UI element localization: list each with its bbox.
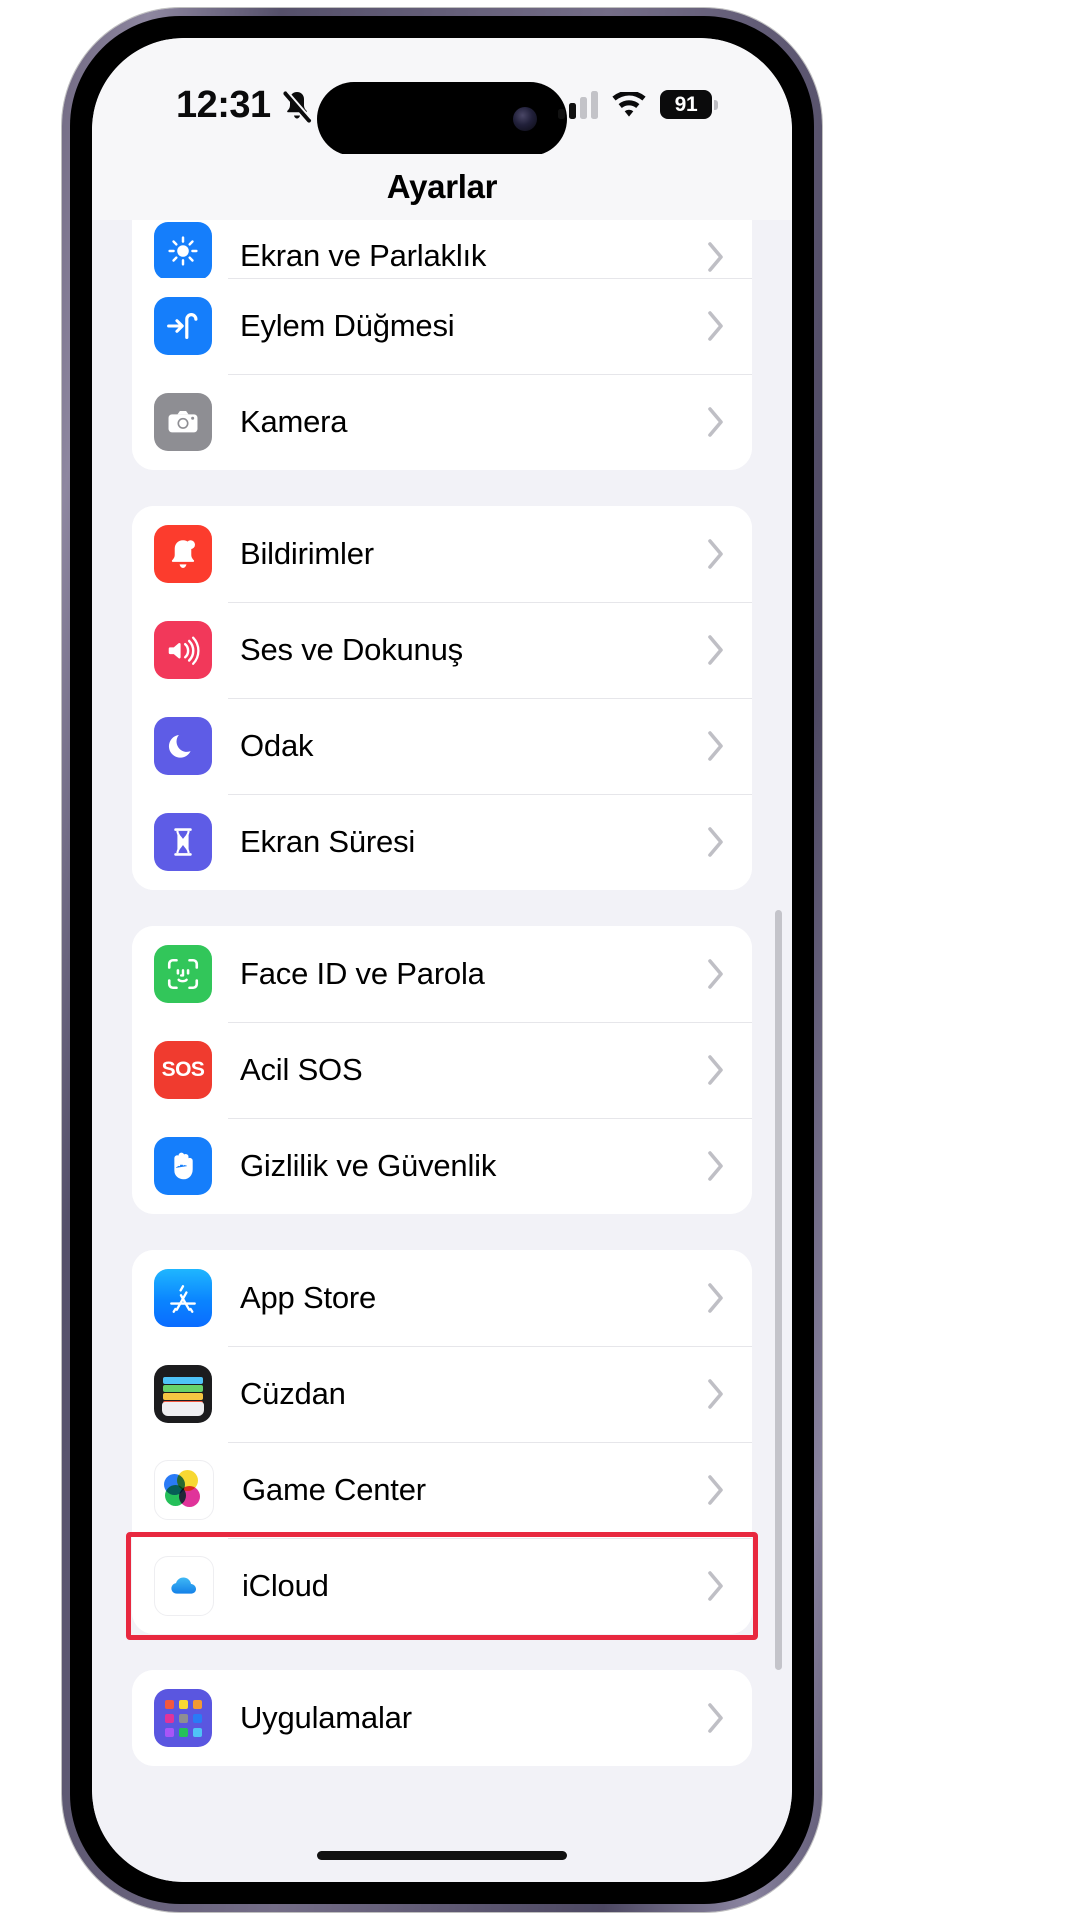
moon-icon xyxy=(154,717,212,775)
group-apps: Uygulamalar xyxy=(132,1670,752,1766)
chevron-right-icon xyxy=(706,309,726,343)
settings-row-icloud[interactable]: iCloud xyxy=(132,1538,752,1634)
front-camera-icon xyxy=(513,107,537,131)
settings-row-odak[interactable]: Odak xyxy=(132,698,752,794)
status-bar-right: 91 xyxy=(558,89,718,120)
phone-device-frame: 12:31 91 Ayarlar Ekran ve Parlaklık Eyle… xyxy=(62,8,822,1912)
settings-row-c-zdan[interactable]: Cüzdan xyxy=(132,1346,752,1442)
group-notifications: Bildirimler Ses ve Dokunuş Odak Ekran Süres… xyxy=(132,506,752,890)
settings-row-label: Ses ve Dokunuş xyxy=(240,632,463,667)
settings-row-label: Face ID ve Parola xyxy=(240,956,485,991)
phone-screen: 12:31 91 Ayarlar Ekran ve Parlaklık Eyle… xyxy=(92,38,792,1882)
app-store-icon xyxy=(154,1269,212,1327)
settings-row-app-store[interactable]: App Store xyxy=(132,1250,752,1346)
action-button-icon xyxy=(154,297,212,355)
chevron-right-icon xyxy=(706,537,726,571)
settings-row-uygulamalar[interactable]: Uygulamalar xyxy=(132,1670,752,1766)
game-center-icon xyxy=(154,1460,214,1520)
settings-row-ekran-s-resi[interactable]: Ekran Süresi xyxy=(132,794,752,890)
chevron-right-icon xyxy=(706,1053,726,1087)
screenshot-stage: 12:31 91 Ayarlar Ekran ve Parlaklık Eyle… xyxy=(0,0,1080,1920)
home-indicator[interactable] xyxy=(317,1851,567,1860)
chevron-right-icon xyxy=(706,1149,726,1183)
phone-bezel: 12:31 91 Ayarlar Ekran ve Parlaklık Eyle… xyxy=(70,16,814,1904)
brightness-icon xyxy=(154,222,212,280)
bell-icon xyxy=(154,525,212,583)
cellular-signal-icon xyxy=(558,91,598,119)
chevron-right-icon xyxy=(706,1281,726,1315)
chevron-right-icon xyxy=(706,1569,726,1603)
settings-row-label: iCloud xyxy=(242,1568,329,1603)
chevron-right-icon xyxy=(706,729,726,763)
settings-row-kamera[interactable]: Kamera xyxy=(132,374,752,470)
face-id-icon xyxy=(154,945,212,1003)
settings-row-acil-sos[interactable]: SOS Acil SOS xyxy=(132,1022,752,1118)
icloud-icon xyxy=(154,1556,214,1616)
settings-row-label: Acil SOS xyxy=(240,1052,363,1087)
wifi-icon xyxy=(611,89,647,119)
scroll-indicator[interactable] xyxy=(775,910,782,1670)
page-title: Ayarlar xyxy=(386,168,498,205)
settings-row-label: Eylem Düğmesi xyxy=(240,308,455,343)
settings-row-label: Bildirimler xyxy=(240,536,374,571)
settings-row-label: Ekran Süresi xyxy=(240,824,416,859)
settings-row-label: Gizlilik ve Güvenlik xyxy=(240,1148,497,1183)
settings-row-eylem-d-mesi[interactable]: Eylem Düğmesi xyxy=(132,278,752,374)
chevron-right-icon xyxy=(706,405,726,439)
chevron-right-icon xyxy=(706,240,726,274)
settings-row-label: Odak xyxy=(240,728,314,763)
status-bar-clock: 12:31 xyxy=(176,84,271,126)
settings-row-label: Kamera xyxy=(240,404,348,439)
chevron-right-icon xyxy=(706,1377,726,1411)
hourglass-icon xyxy=(154,813,212,871)
apps-grid-icon xyxy=(154,1689,212,1747)
chevron-right-icon xyxy=(706,957,726,991)
battery-percent-label: 91 xyxy=(674,92,698,116)
settings-row-face-id-ve-parola[interactable]: Face ID ve Parola xyxy=(132,926,752,1022)
bell-slash-icon xyxy=(281,89,313,123)
settings-row-ses-ve-dokunu[interactable]: Ses ve Dokunuş xyxy=(132,602,752,698)
settings-row-game-center[interactable]: Game Center xyxy=(132,1442,752,1538)
settings-row-label: App Store xyxy=(240,1280,377,1315)
chevron-right-icon xyxy=(706,825,726,859)
settings-row-ekran-ve-parlakl-k[interactable]: Ekran ve Parlaklık xyxy=(132,220,752,280)
dynamic-island xyxy=(317,82,567,156)
settings-row-gizlilik-ve-g-venlik[interactable]: Gizlilik ve Güvenlik xyxy=(132,1118,752,1214)
settings-groups: Ekran ve Parlaklık Eylem Düğmesi Kamera Bil… xyxy=(92,220,792,1766)
group-security: Face ID ve Parola SOS Acil SOS Gizlilik ve … xyxy=(132,926,752,1214)
settings-list[interactable]: Ekran ve Parlaklık Eylem Düğmesi Kamera Bil… xyxy=(92,220,792,1882)
sos-icon: SOS xyxy=(154,1041,212,1099)
hand-raised-icon xyxy=(154,1137,212,1195)
battery-body: 91 xyxy=(660,90,712,119)
settings-row-label: Uygulamalar xyxy=(240,1700,412,1735)
settings-row-label: Game Center xyxy=(242,1472,426,1507)
settings-row-label: Cüzdan xyxy=(240,1376,346,1411)
wallet-icon xyxy=(154,1365,212,1423)
battery-icon: 91 xyxy=(660,90,718,120)
group-display: Ekran ve Parlaklık Eylem Düğmesi Kamera xyxy=(132,220,752,470)
status-bar-left: 12:31 xyxy=(176,84,313,127)
group-services: App Store Cüzdan Game Center iCloud xyxy=(132,1250,752,1634)
chevron-right-icon xyxy=(706,1701,726,1735)
camera-icon xyxy=(154,393,212,451)
chevron-right-icon xyxy=(706,633,726,667)
chevron-right-icon xyxy=(706,1473,726,1507)
settings-row-bildirimler[interactable]: Bildirimler xyxy=(132,506,752,602)
settings-row-label: Ekran ve Parlaklık xyxy=(240,238,487,273)
speaker-icon xyxy=(154,621,212,679)
status-bar: 12:31 91 xyxy=(92,38,792,156)
battery-cap xyxy=(714,100,718,110)
navigation-bar: Ayarlar xyxy=(92,154,792,220)
